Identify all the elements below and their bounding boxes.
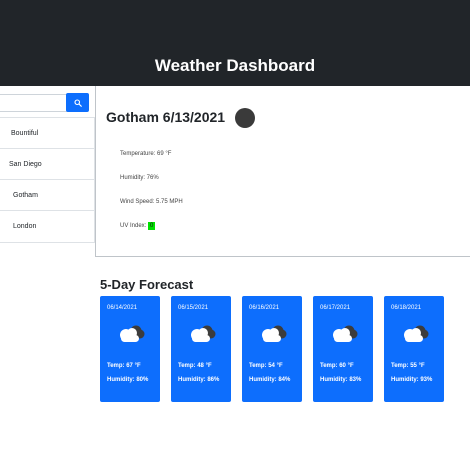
search-icon — [73, 98, 82, 107]
cloud-icon — [191, 325, 216, 342]
humidity-text: Humidity: 76% — [120, 175, 159, 181]
forecast-date: 06/18/2021 — [391, 305, 422, 311]
forecast-temp: Temp: 54 °F — [249, 363, 283, 369]
uv-index-badge: 0 — [148, 222, 156, 230]
page-header: Weather Dashboard — [0, 0, 470, 86]
moon-icon — [235, 108, 255, 128]
forecast-card: 06/17/2021 Temp: 60 °F Humidity: 83% — [313, 296, 373, 402]
uv-index-label: UV Index: — [120, 223, 147, 229]
cloud-icon — [404, 325, 429, 342]
forecast-temp: Temp: 60 °F — [320, 363, 354, 369]
cloud-icon — [120, 325, 145, 342]
cloud-icon — [262, 325, 287, 342]
forecast-humidity: Humidity: 84% — [249, 377, 291, 383]
city-search-input[interactable] — [0, 94, 72, 112]
forecast-date: 06/16/2021 — [249, 305, 280, 311]
forecast-date: 06/17/2021 — [320, 305, 351, 311]
forecast-humidity: Humidity: 83% — [320, 377, 362, 383]
search-button[interactable] — [66, 93, 89, 112]
wind-speed-text: Wind Speed: 5.75 MPH — [120, 199, 183, 205]
uv-index-row: UV Index: 0 — [120, 222, 156, 230]
forecast-temp: Temp: 67 °F — [107, 363, 141, 369]
forecast-card: 06/15/2021 Temp: 48 °F Humidity: 86% — [171, 296, 231, 402]
forecast-card: 06/14/2021 Temp: 67 °F Humidity: 80% — [100, 296, 160, 402]
forecast-date: 06/15/2021 — [178, 305, 209, 311]
city-item-san-diego[interactable]: San Diego — [0, 149, 94, 180]
cloud-icon — [333, 325, 358, 342]
city-item-london[interactable]: London — [0, 211, 94, 241]
forecast-temp: Temp: 48 °F — [178, 363, 212, 369]
city-item-gotham[interactable]: Gotham — [0, 180, 94, 211]
search-history-list: Bountiful San Diego Gotham London — [0, 117, 95, 243]
forecast-humidity: Humidity: 80% — [107, 377, 149, 383]
forecast-card: 06/18/2021 Temp: 55 °F Humidity: 93% — [384, 296, 444, 402]
city-item-bountiful[interactable]: Bountiful — [0, 118, 94, 149]
current-weather-card: Gotham 6/13/2021 Temperature: 69 °F Humi… — [95, 86, 470, 257]
forecast-card: 06/16/2021 Temp: 54 °F Humidity: 84% — [242, 296, 302, 402]
current-city-title: Gotham 6/13/2021 — [106, 109, 226, 125]
page-title: Weather Dashboard — [154, 56, 316, 75]
forecast-humidity: Humidity: 93% — [391, 377, 433, 383]
forecast-temp: Temp: 55 °F — [391, 363, 425, 369]
forecast-humidity: Humidity: 86% — [178, 377, 220, 383]
forecast-date: 06/14/2021 — [107, 305, 138, 311]
temperature-text: Temperature: 69 °F — [120, 151, 172, 157]
forecast-title: 5-Day Forecast — [100, 277, 194, 292]
